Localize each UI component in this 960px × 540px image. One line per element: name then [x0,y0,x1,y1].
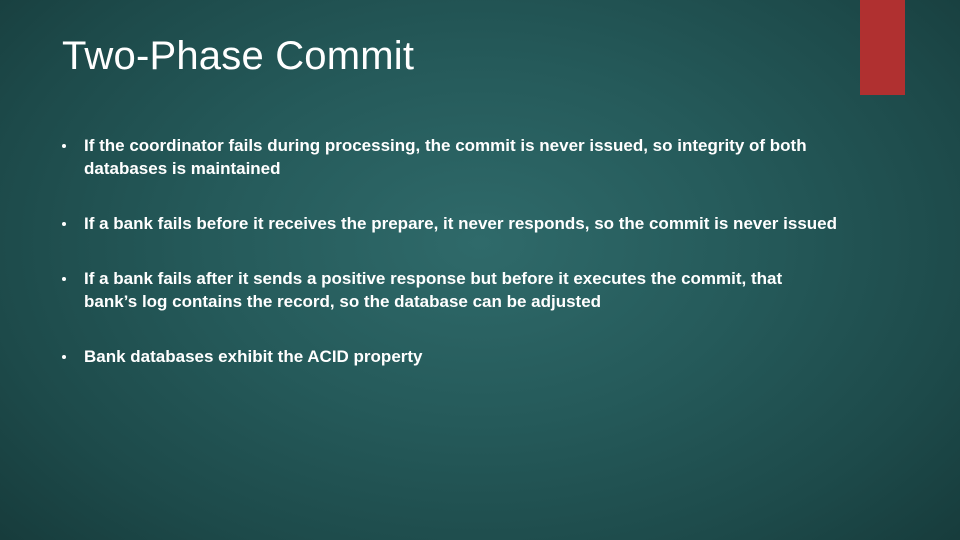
bullet-text: If the coordinator fails during processi… [84,135,840,181]
list-item: If a bank fails after it sends a positiv… [62,268,840,314]
bullet-text: If a bank fails before it receives the p… [84,213,840,236]
bullet-icon [62,144,66,148]
slide-body: If the coordinator fails during processi… [62,135,840,401]
bullet-text: Bank databases exhibit the ACID property [84,346,840,369]
bullet-text: If a bank fails after it sends a positiv… [84,268,840,314]
slide: Two-Phase Commit If the coordinator fail… [0,0,960,540]
accent-bar [860,0,905,95]
list-item: If a bank fails before it receives the p… [62,213,840,236]
list-item: If the coordinator fails during processi… [62,135,840,181]
list-item: Bank databases exhibit the ACID property [62,346,840,369]
bullet-icon [62,355,66,359]
bullet-icon [62,222,66,226]
slide-title: Two-Phase Commit [62,34,414,79]
bullet-icon [62,277,66,281]
